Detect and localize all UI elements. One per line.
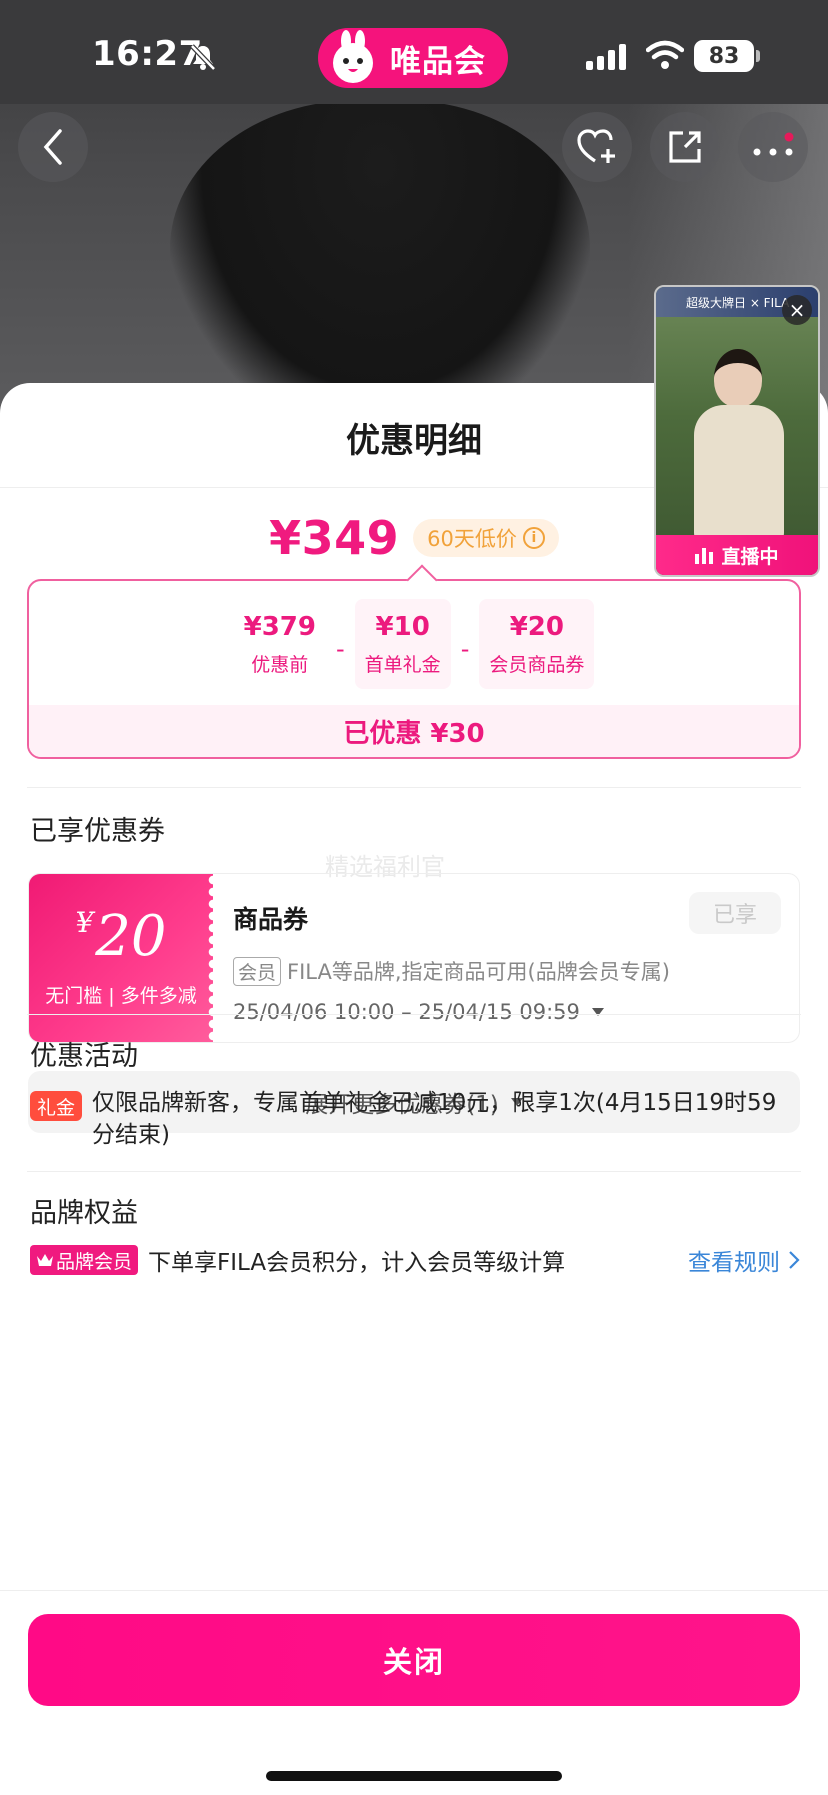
divider <box>0 1590 828 1591</box>
more-button[interactable] <box>738 112 808 182</box>
view-rules-link[interactable]: 查看规则 <box>688 1243 800 1277</box>
brand-member-tag-label: 品牌会员 <box>56 1250 133 1273</box>
brand-benefit-row: 品牌会员 下单享FILA会员积分，计入会员等级计算 查看规则 <box>30 1243 800 1277</box>
final-price: ¥349 <box>269 511 400 565</box>
coupon-status-button[interactable]: 已享 <box>689 892 781 934</box>
close-icon: × <box>788 298 806 322</box>
coupon-name: 商品券 <box>233 905 309 934</box>
low-price-badge[interactable]: 60天低价 i <box>413 519 559 557</box>
chevron-left-icon <box>43 129 62 165</box>
more-dots-icon <box>753 132 794 156</box>
breakdown-value: ¥10 <box>375 611 430 642</box>
chevron-right-icon <box>789 1251 800 1269</box>
activity-row: 礼金 仅限品牌新客，专属首单礼金已减10元，限享1次(4月15日19时59分结束… <box>30 1087 790 1151</box>
favorite-button[interactable] <box>562 112 632 182</box>
share-button[interactable] <box>650 112 720 182</box>
brand-section-title: 品牌权益 <box>30 1198 138 1229</box>
back-button[interactable] <box>18 112 88 182</box>
live-video-window[interactable]: 超级大牌日 × FILA × 直播中 <box>654 285 820 577</box>
brand-member-tag: 品牌会员 <box>30 1245 139 1275</box>
breakdown-label: 优惠前 <box>251 653 309 676</box>
home-indicator <box>266 1771 562 1781</box>
coupon-validity[interactable]: 25/04/06 10:00 – 25/04/15 09:59 <box>233 1000 604 1024</box>
coupon-amount-value: 20 <box>95 903 167 969</box>
live-host-head <box>714 349 762 407</box>
low-price-label: 60天低价 <box>427 527 517 551</box>
view-rules-label: 查看规则 <box>688 1250 780 1276</box>
breakdown-value: ¥379 <box>243 611 316 642</box>
share-icon <box>669 131 701 163</box>
live-bars-icon <box>695 546 714 564</box>
activity-section-title: 优惠活动 <box>30 1041 138 1072</box>
breakdown-member-coupon: ¥20 会员商品券 <box>479 599 595 689</box>
member-tag: 会员 <box>233 956 282 986</box>
product-dress-image <box>170 100 590 420</box>
coupons-section-title: 已享优惠券 <box>30 816 165 847</box>
brand-name: 唯品会 <box>390 43 486 80</box>
coupon-card[interactable]: ¥20 无门槛 | 多件多减 商品券 已享 会员 FILA等品牌,指定商品可用(… <box>28 873 800 1043</box>
coupon-date-text: 25/04/06 10:00 – 25/04/15 09:59 <box>233 1000 580 1024</box>
total-savings: 已优惠 ¥30 <box>29 705 799 757</box>
coupon-currency: ¥ <box>75 905 94 939</box>
price-breakdown: ¥379 优惠前 - ¥10 首单礼金 - ¥20 会员商品券 已优惠 ¥30 <box>27 564 801 759</box>
coupon-amount: ¥20 <box>75 905 166 965</box>
live-status: 直播中 <box>656 535 818 575</box>
discount-detail-sheet: 优惠明细 ¥349 60天低价 i ¥379 优惠前 - ¥10 首单礼金 - … <box>0 383 828 1795</box>
heart-plus-icon <box>577 129 615 163</box>
breakdown-pointer <box>406 564 438 596</box>
minus-sign: - <box>460 635 470 663</box>
battery-indicator: 83 <box>694 40 760 72</box>
brand-pill[interactable]: 唯品会 <box>318 28 508 88</box>
coupon-value-panel: ¥20 无门槛 | 多件多减 <box>29 874 219 1042</box>
breakdown-label: 会员商品券 <box>489 653 585 676</box>
divider <box>27 787 801 788</box>
wifi-icon <box>646 40 684 69</box>
coupon-note: 无门槛 | 多件多减 <box>45 984 197 1007</box>
live-host-body <box>694 405 784 545</box>
close-button[interactable]: 关闭 <box>28 1614 800 1706</box>
divider <box>27 1171 801 1172</box>
activity-text: 仅限品牌新客，专属首单礼金已减10元，限享1次(4月15日19时59分结束) <box>92 1090 777 1148</box>
minus-sign: - <box>336 635 345 663</box>
breakdown-items: ¥379 优惠前 - ¥10 首单礼金 - ¥20 会员商品券 <box>29 599 799 689</box>
brand-benefit-text: 下单享FILA会员积分，计入会员等级计算 <box>148 1250 566 1276</box>
divider <box>27 1014 801 1015</box>
coupon-info: 商品券 已享 会员 FILA等品牌,指定商品可用(品牌会员专属) 25/04/0… <box>213 874 799 1042</box>
signal-icon <box>586 44 626 70</box>
coupon-description: 会员 FILA等品牌,指定商品可用(品牌会员专属) <box>233 956 670 986</box>
mascot-icon <box>333 30 373 83</box>
breakdown-first-order-gift: ¥10 首单礼金 <box>354 599 451 689</box>
coupon-desc-text: FILA等品牌,指定商品可用(品牌会员专属) <box>287 960 670 984</box>
status-time: 16:27 <box>92 34 203 74</box>
status-bar: 16:27 唯品会 83 <box>0 0 828 104</box>
breakdown-original: ¥379 优惠前 <box>234 599 326 689</box>
live-label: 直播中 <box>721 545 779 568</box>
breakdown-value: ¥20 <box>509 611 564 642</box>
bell-off-icon <box>190 44 216 71</box>
live-close-button[interactable]: × <box>782 295 812 325</box>
info-icon: i <box>522 527 545 549</box>
breakdown-label: 首单礼金 <box>364 653 441 676</box>
crown-icon <box>37 1254 53 1266</box>
gift-tag: 礼金 <box>30 1091 83 1121</box>
